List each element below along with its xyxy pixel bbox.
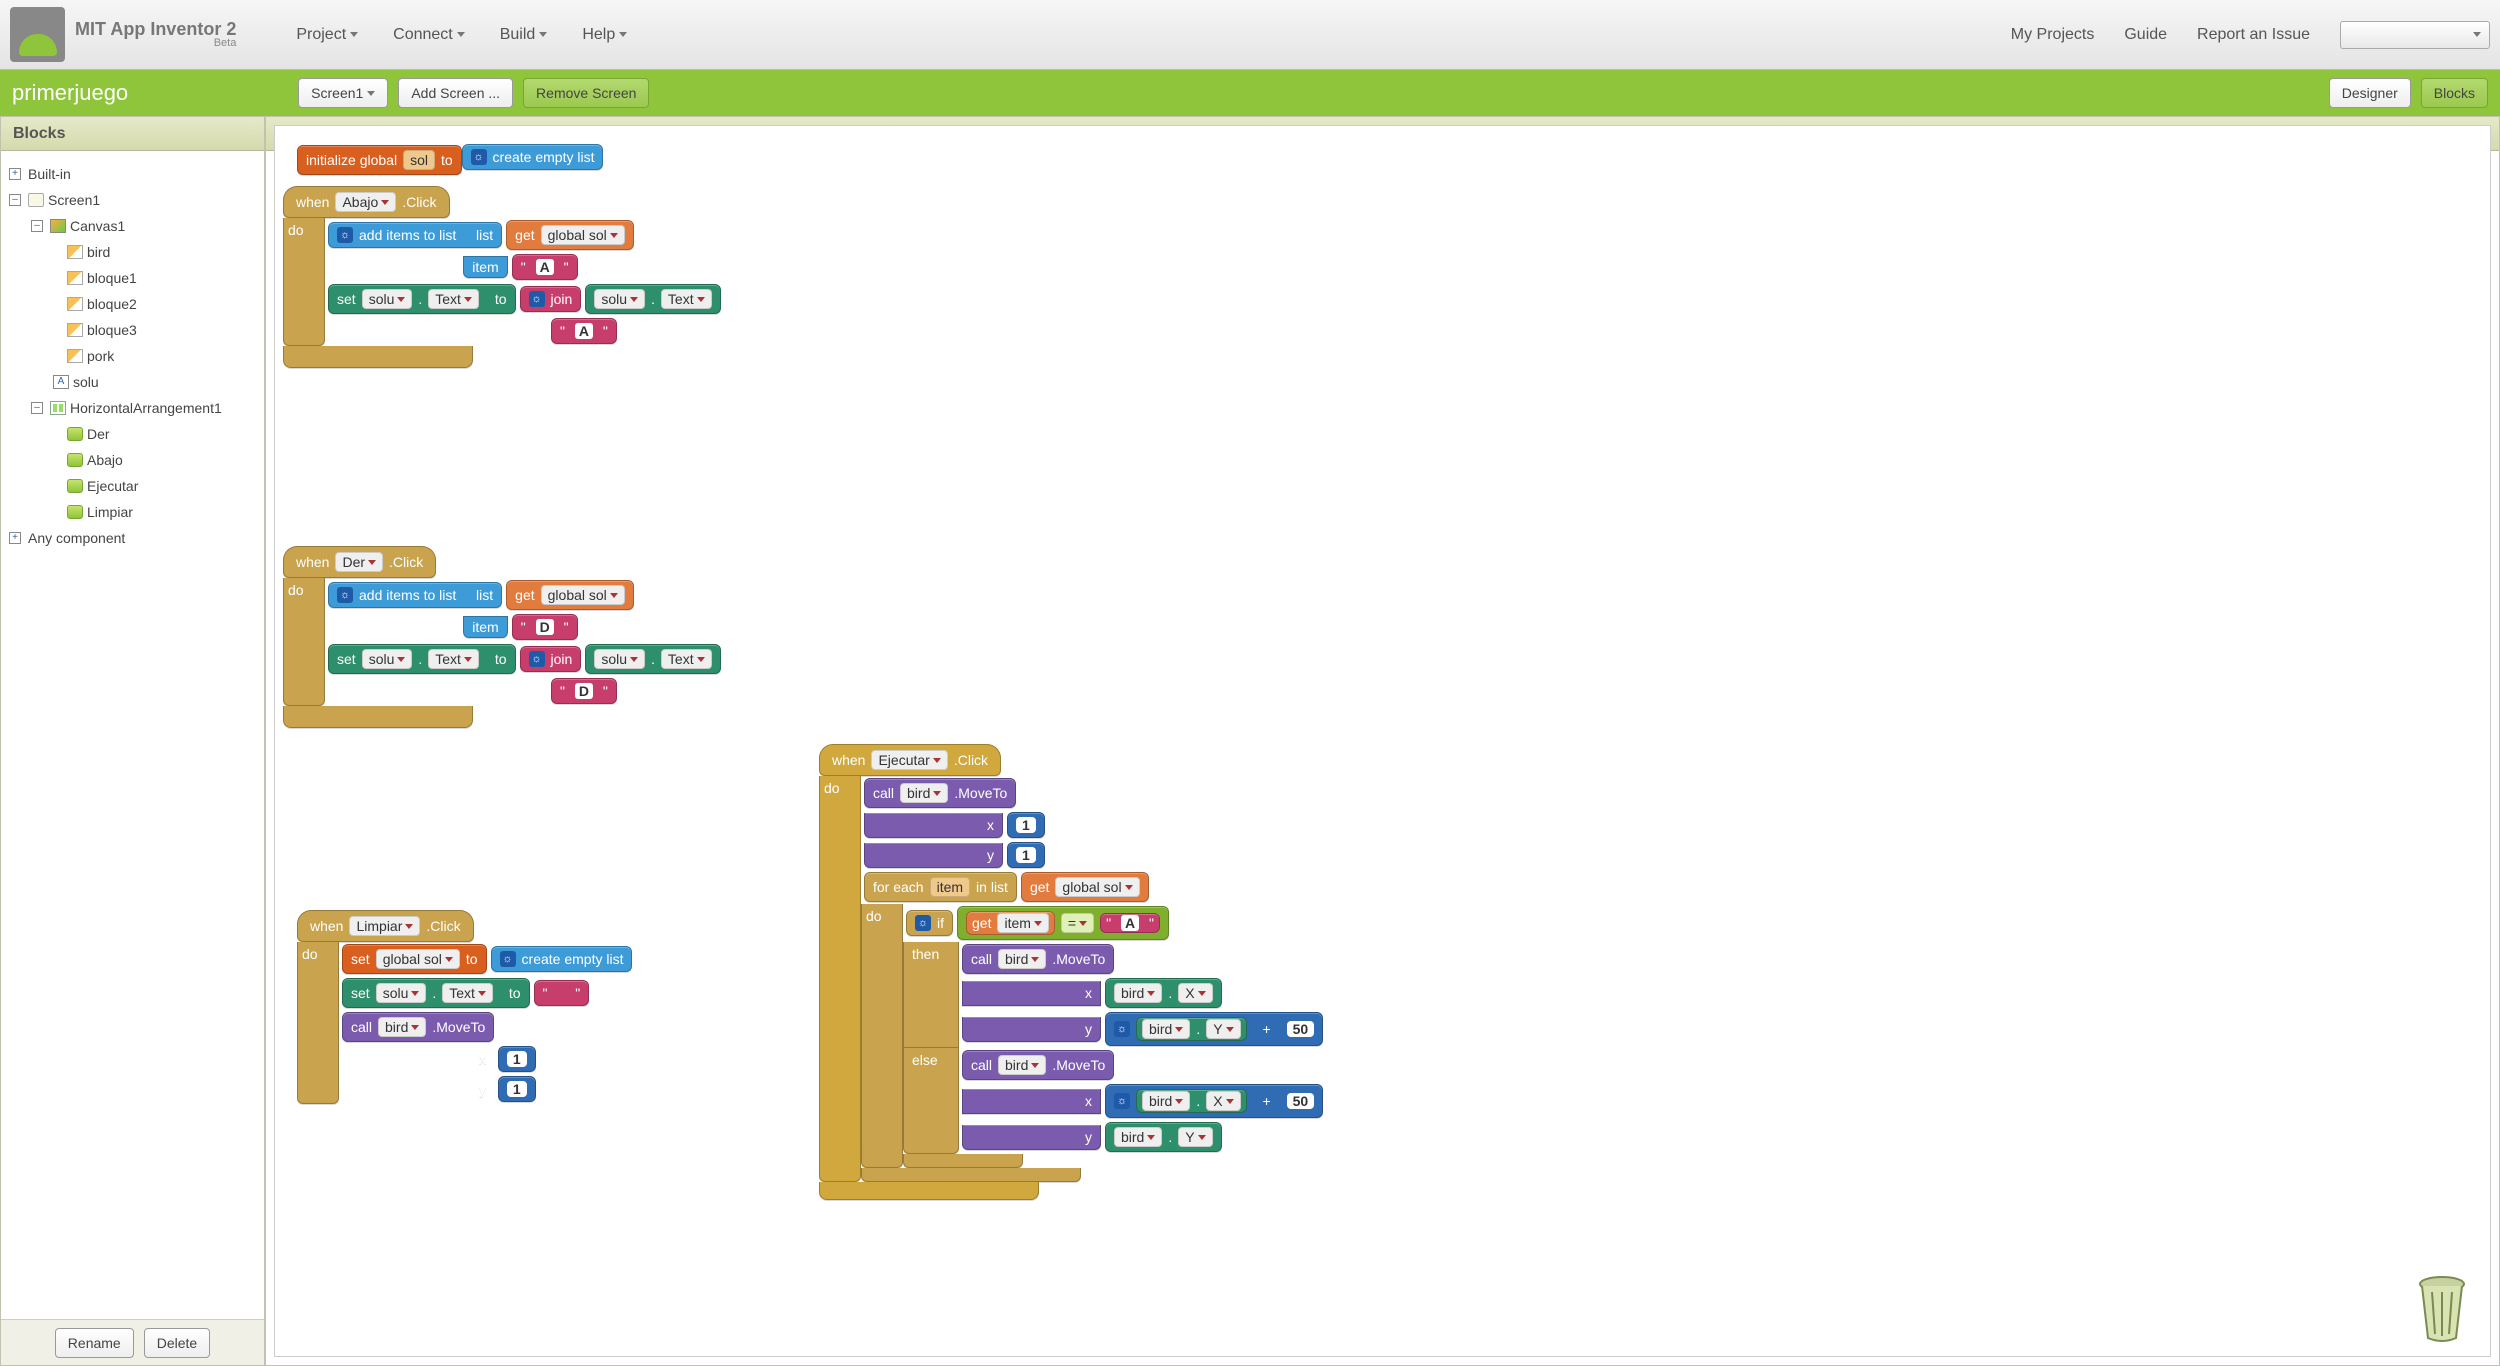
block-when-ejecutar-click[interactable]: whenEjecutar.Click do callbird.MoveTo x1… xyxy=(819,744,2491,1200)
tree-button[interactable]: Limpiar xyxy=(7,499,258,525)
tree-any-component[interactable]: +Any component xyxy=(7,525,258,551)
link-guide[interactable]: Guide xyxy=(2124,26,2167,44)
gear-icon[interactable] xyxy=(471,149,487,165)
tree-builtin[interactable]: +Built-in xyxy=(7,161,258,187)
caret-icon xyxy=(619,32,627,37)
component-tree[interactable]: +Built-in –Screen1 –Canvas1 bird bloque1… xyxy=(1,151,264,1319)
language-select[interactable] xyxy=(2340,21,2490,49)
sprite-icon xyxy=(67,245,83,259)
tree-button[interactable]: Ejecutar xyxy=(7,473,258,499)
remove-screen-button[interactable]: Remove Screen xyxy=(523,78,649,108)
add-screen-button[interactable]: Add Screen ... xyxy=(398,78,513,108)
sprite-icon xyxy=(67,271,83,285)
tree-harrangement[interactable]: –HorizontalArrangement1 xyxy=(7,395,258,421)
expand-icon[interactable]: + xyxy=(9,168,21,180)
top-menubar: MIT App Inventor 2 Beta Project Connect … xyxy=(0,0,2500,70)
link-report-issue[interactable]: Report an Issue xyxy=(2197,26,2310,44)
button-icon xyxy=(67,479,83,493)
viewer-panel: Viewer initialize globalsolto create emp… xyxy=(265,116,2500,1366)
menu-project[interactable]: Project xyxy=(296,26,358,44)
button-icon xyxy=(67,453,83,467)
tree-sprite[interactable]: bloque2 xyxy=(7,291,258,317)
designer-button[interactable]: Designer xyxy=(2329,78,2411,108)
tree-canvas[interactable]: –Canvas1 xyxy=(7,213,258,239)
gear-icon[interactable] xyxy=(529,651,545,667)
collapse-icon[interactable]: – xyxy=(9,194,21,206)
gear-icon[interactable] xyxy=(337,227,353,243)
tree-label[interactable]: Asolu xyxy=(7,369,258,395)
blocks-panel-title: Blocks xyxy=(1,117,264,151)
gear-icon[interactable] xyxy=(915,915,931,931)
label-icon: A xyxy=(53,375,69,389)
sprite-icon xyxy=(67,297,83,311)
collapse-icon[interactable]: – xyxy=(31,220,43,232)
gear-icon[interactable] xyxy=(500,951,516,967)
tree-sprite[interactable]: pork xyxy=(7,343,258,369)
sprite-icon xyxy=(67,323,83,337)
tree-sprite[interactable]: bloque3 xyxy=(7,317,258,343)
tree-sprite[interactable]: bloque1 xyxy=(7,265,258,291)
app-logo xyxy=(10,7,65,62)
menu-help[interactable]: Help xyxy=(582,26,627,44)
sprite-icon xyxy=(67,349,83,363)
gear-icon[interactable] xyxy=(337,587,353,603)
link-my-projects[interactable]: My Projects xyxy=(2011,26,2095,44)
block-when-abajo-click[interactable]: whenAbajo.Click do add items to list lis… xyxy=(283,186,2491,368)
expand-icon[interactable]: + xyxy=(9,532,21,544)
collapse-icon[interactable]: – xyxy=(31,402,43,414)
caret-icon xyxy=(2473,32,2481,37)
blocks-panel: Blocks +Built-in –Screen1 –Canvas1 bird … xyxy=(0,116,265,1366)
caret-icon xyxy=(457,32,465,37)
project-toolbar: primerjuego Screen1 Add Screen ... Remov… xyxy=(0,70,2500,116)
app-title: MIT App Inventor 2 Beta xyxy=(75,20,236,49)
caret-icon xyxy=(367,91,375,96)
delete-button[interactable]: Delete xyxy=(144,1328,210,1358)
gear-icon[interactable] xyxy=(1114,1021,1130,1037)
tree-button[interactable]: Der xyxy=(7,421,258,447)
blocks-button[interactable]: Blocks xyxy=(2421,78,2488,108)
harrangement-icon xyxy=(50,401,66,415)
canvas-icon xyxy=(50,219,66,233)
main-area: Blocks +Built-in –Screen1 –Canvas1 bird … xyxy=(0,116,2500,1366)
menu-build[interactable]: Build xyxy=(500,26,548,44)
tree-screen[interactable]: –Screen1 xyxy=(7,187,258,213)
caret-icon xyxy=(350,32,358,37)
gear-icon[interactable] xyxy=(529,291,545,307)
tree-sprite[interactable]: bird xyxy=(7,239,258,265)
screen-icon xyxy=(28,193,44,207)
tree-footer: Rename Delete xyxy=(1,1319,264,1365)
button-icon xyxy=(67,427,83,441)
blocks-workspace[interactable]: initialize globalsolto create empty list… xyxy=(274,125,2491,1357)
tree-button[interactable]: Abajo xyxy=(7,447,258,473)
menu-connect[interactable]: Connect xyxy=(393,26,465,44)
top-right-menus: My Projects Guide Report an Issue xyxy=(2011,21,2490,49)
caret-icon xyxy=(539,32,547,37)
button-icon xyxy=(67,505,83,519)
trash-icon[interactable] xyxy=(2412,1272,2472,1344)
block-when-der-click[interactable]: whenDer.Click do add items to list listg… xyxy=(283,546,2491,728)
gear-icon[interactable] xyxy=(1114,1093,1130,1109)
rename-button[interactable]: Rename xyxy=(55,1328,134,1358)
screen-select-button[interactable]: Screen1 xyxy=(298,78,388,108)
block-init-global[interactable]: initialize globalsolto create empty list xyxy=(297,144,603,175)
top-menus: Project Connect Build Help xyxy=(296,26,627,44)
project-name: primerjuego xyxy=(12,80,128,106)
